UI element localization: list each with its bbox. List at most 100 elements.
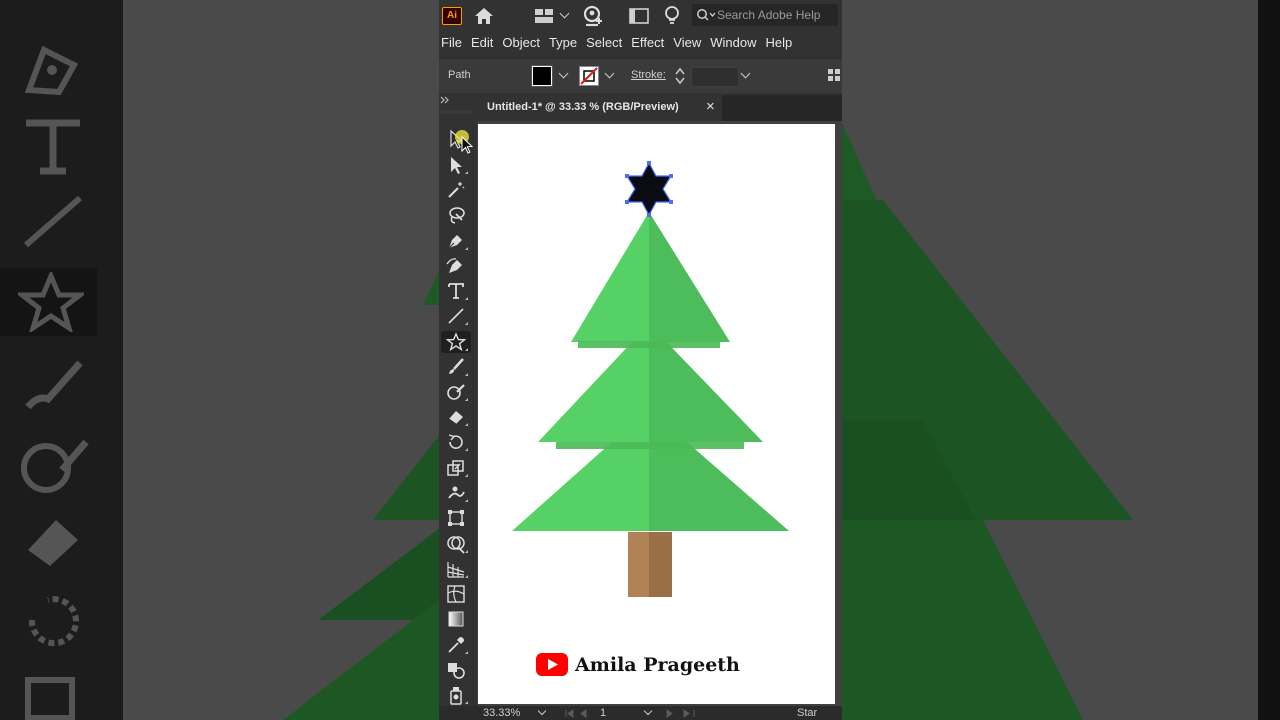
document-tab-bar: Untitled-1* @ 33.33 % (RGB/Preview) × [477,95,842,121]
tool-line-segment[interactable] [441,305,471,327]
channel-name: Amila Prageeth [575,653,740,676]
tool-type[interactable] [441,280,471,302]
search-icon [697,9,716,21]
toolbar-grip [441,110,473,114]
menu-bar: File Edit Object Type Select Effect View… [439,32,842,54]
stroke-label[interactable]: Stroke: [631,69,666,81]
background-blur-right [1258,0,1280,720]
home-icon[interactable] [473,6,495,26]
lasso-icon [449,207,465,224]
tools-panel [439,94,475,720]
tool-curvature[interactable] [441,255,471,277]
gradient-icon [448,611,464,627]
channel-credit: Amila Prageeth [536,653,740,676]
line-segment-icon [448,308,464,324]
stroke-weight-chevron-icon[interactable] [740,68,751,79]
stroke-dropdown-chevron-icon[interactable] [604,68,615,79]
next-artboard-icon[interactable] [665,709,699,718]
rotate-icon [448,434,463,449]
curvature-icon [446,258,462,273]
tree-tier-middle-shadow [556,442,744,449]
status-bar: 33.33% 1 Star [439,706,842,720]
zoom-level[interactable]: 33.33% [483,707,520,719]
tool-direct-selection[interactable] [441,154,471,176]
magic-wand-icon [448,182,465,198]
menu-file[interactable]: File [439,32,469,54]
document-tab-title: Untitled-1* @ 33.33 % (RGB/Preview) [487,101,679,113]
tree-tier-top-right [649,212,730,342]
eraser-icon [448,411,463,425]
blurred-scale-icon [25,677,75,720]
tool-puppet-warp[interactable] [441,482,471,504]
menu-view[interactable]: View [671,32,708,54]
menu-effect[interactable]: Effect [629,32,671,54]
tool-paintbrush[interactable] [441,356,471,378]
artboard-chevron-icon[interactable] [643,706,653,716]
tool-mesh[interactable] [441,583,471,605]
tool-scale[interactable] [441,457,471,479]
app-logo: Ai [442,7,462,25]
tree-tier-top-left [571,212,649,342]
tool-eyedropper[interactable] [441,634,471,656]
zoom-chevron-icon[interactable] [537,706,547,716]
panel-grid-icon[interactable] [828,69,840,81]
fill-dropdown-chevron-icon[interactable] [558,68,569,79]
direct-selection-icon [451,157,462,174]
document-tab[interactable]: Untitled-1* @ 33.33 % (RGB/Preview) × [477,95,722,121]
share-icon[interactable] [582,5,604,27]
free-transform-icon [448,510,464,526]
symbol-sprayer-icon [450,687,462,705]
artboard[interactable]: Amila Prageeth [478,124,835,704]
control-bar: Path Stroke: [439,58,842,93]
close-tab-icon[interactable]: × [706,99,715,114]
tool-eraser[interactable] [441,406,471,428]
fill-swatch[interactable] [531,65,553,87]
menu-object[interactable]: Object [500,32,547,54]
artboard-number[interactable]: 1 [600,707,606,719]
tree-star[interactable] [625,161,673,217]
tool-gradient[interactable] [441,608,471,630]
menu-window[interactable]: Window [708,32,763,54]
lightbulb-icon[interactable] [663,5,681,27]
stroke-stepper-icon[interactable] [675,67,685,85]
search-box[interactable]: Search Adobe Help [692,4,838,26]
tool-pen[interactable] [441,230,471,252]
tool-lasso[interactable] [441,204,471,226]
blurred-rotate-icon [28,596,79,647]
tree-trunk-left [628,532,649,597]
youtube-icon [536,653,568,676]
stroke-swatch[interactable] [579,66,599,86]
tool-magic-wand[interactable] [441,179,471,201]
tool-blend[interactable] [441,659,471,681]
collapse-panel-icon[interactable] [440,96,450,104]
title-bar: Ai Search Adobe Help [439,0,842,32]
tool-shape-builder[interactable] [441,533,471,555]
stroke-weight-input[interactable] [691,67,739,87]
menu-help[interactable]: Help [763,32,799,54]
tool-free-transform[interactable] [441,507,471,529]
tool-rotate[interactable] [441,431,471,453]
tool-symbol-sprayer[interactable] [441,684,471,706]
tool-shaper[interactable] [441,381,471,403]
tool-star[interactable] [441,331,471,353]
arrange-documents-icon[interactable] [534,8,554,24]
selection-type-label: Path [448,69,471,81]
first-artboard-icon[interactable] [564,709,598,718]
blurred-pen-icon [24,45,79,96]
blurred-shaper-icon [21,439,89,493]
menu-edit[interactable]: Edit [469,32,500,54]
mouse-cursor-icon [455,130,473,154]
workspace-icon[interactable] [629,8,649,24]
tool-perspective-grid[interactable] [441,558,471,580]
menu-type[interactable]: Type [547,32,584,54]
no-stroke-icon [580,67,598,85]
search-input[interactable]: Search Adobe Help [717,8,820,22]
blurred-eraser-icon [28,520,78,566]
menu-select[interactable]: Select [584,32,629,54]
chevron-down-icon[interactable] [559,8,570,19]
pen-icon [448,235,462,249]
tree-trunk-right [649,532,672,597]
blurred-type-icon [26,119,80,175]
blurred-brush-icon [25,360,83,410]
blend-icon [448,663,465,679]
